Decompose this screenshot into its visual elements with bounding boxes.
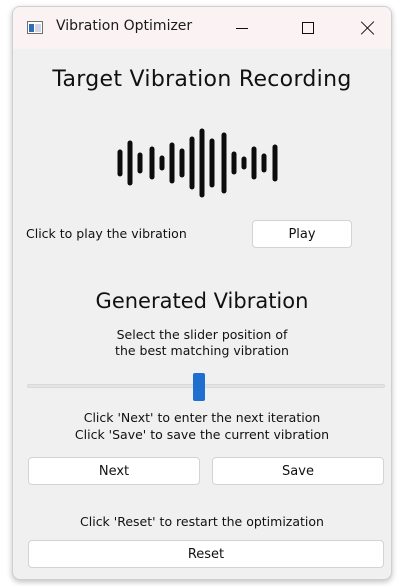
target-heading: Target Vibration Recording	[52, 67, 352, 92]
close-button[interactable]	[345, 7, 391, 49]
title-bar[interactable]: Vibration Optimizer	[13, 7, 391, 49]
play-button-label: Play	[288, 226, 316, 242]
app-window-icon	[27, 21, 43, 34]
play-hint: Click to play the vibration	[26, 226, 187, 241]
slider-instruction-line1: Select the slider position of	[116, 327, 288, 342]
save-button-label: Save	[282, 463, 314, 479]
generated-heading: Generated Vibration	[95, 289, 309, 313]
app-window: Vibration Optimizer Target Vibration Rec…	[12, 6, 392, 580]
reset-button-label: Reset	[187, 546, 225, 562]
waveform-icon	[117, 128, 278, 198]
window-title: Vibration Optimizer	[56, 18, 193, 34]
save-button[interactable]: Save	[212, 457, 384, 485]
play-button[interactable]: Play	[252, 220, 352, 248]
vibration-slider-track[interactable]	[27, 384, 385, 388]
reset-hint: Click 'Reset' to restart the optimizatio…	[80, 514, 324, 529]
minimize-icon	[236, 27, 248, 29]
next-button[interactable]: Next	[28, 457, 200, 485]
maximize-icon	[302, 22, 314, 34]
minimize-button[interactable]	[219, 7, 265, 49]
slider-instruction-line2: the best matching vibration	[115, 343, 289, 358]
maximize-button[interactable]	[285, 7, 331, 49]
next-button-label: Next	[98, 463, 130, 479]
vibration-slider-thumb[interactable]	[193, 373, 206, 401]
close-icon	[361, 21, 375, 35]
save-hint: Click 'Save' to save the current vibrati…	[74, 427, 330, 442]
next-hint: Click 'Next' to enter the next iteration	[83, 410, 321, 425]
reset-button[interactable]: Reset	[28, 540, 384, 568]
